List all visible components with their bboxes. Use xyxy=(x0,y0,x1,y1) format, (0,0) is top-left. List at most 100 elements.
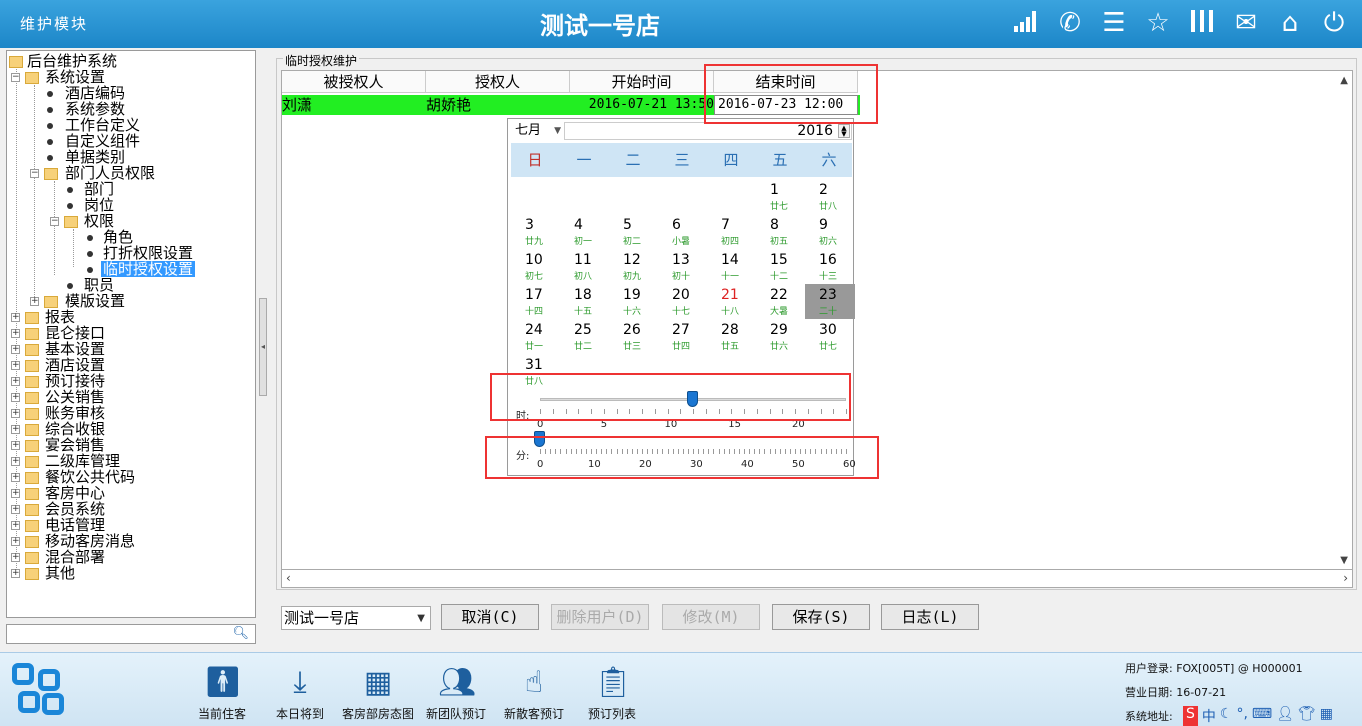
expand-icon[interactable]: + xyxy=(11,329,20,338)
store-select[interactable]: 测试一号店 ▼ xyxy=(281,606,431,630)
phone-icon[interactable]: ✆ xyxy=(1054,6,1086,40)
calendar-day[interactable]: 18 十五 xyxy=(560,284,610,319)
year-spinner[interactable]: 2016 ▲ ▼ xyxy=(564,122,852,140)
calendar-day[interactable]: 11 初八 xyxy=(560,249,610,284)
system-tray[interactable]: S 中 ☾ °, ⌨ 👤︎ 👕︎ ▦ xyxy=(1183,706,1333,726)
booking-list-button[interactable]: 📋︎ 预订列表 xyxy=(572,665,652,722)
col-grantor-header[interactable]: 授权人 xyxy=(426,71,570,93)
scroll-up-icon[interactable]: ▲ xyxy=(1340,75,1348,86)
month-select[interactable]: 七月 ▼ xyxy=(511,122,563,140)
calendar-day[interactable]: 14 十一 xyxy=(707,249,757,284)
calendar-day[interactable]: 6 小暑 xyxy=(658,214,708,249)
calendar-day[interactable]: 5 初二 xyxy=(609,214,659,249)
app-logo-icon[interactable] xyxy=(12,663,66,717)
calendar-day[interactable]: 16 十三 xyxy=(805,249,855,284)
date-picker-popup[interactable]: 七月 ▼ 2016 ▲ ▼ 日一二三四五六 1 廿七 2 廿八 3 廿九 4 初一 5 初二 6 小暑 7… xyxy=(507,118,856,476)
log-button[interactable]: 日志(L) xyxy=(881,604,979,630)
calendar-day[interactable]: 24 廿一 xyxy=(511,319,561,354)
calendar-day[interactable]: 22 大暑 xyxy=(756,284,806,319)
scroll-left-icon[interactable]: ‹ xyxy=(286,571,291,585)
ime-mode[interactable]: 中 xyxy=(1202,706,1216,726)
moon-icon[interactable]: ☾ xyxy=(1220,706,1233,726)
user-icon[interactable]: 👤︎ xyxy=(1276,706,1294,726)
minute-slider-thumb[interactable] xyxy=(534,431,545,447)
calendar-day[interactable]: 23 二十 xyxy=(805,284,855,319)
calendar-day[interactable]: 10 初七 xyxy=(511,249,561,284)
expand-icon[interactable]: + xyxy=(11,345,20,354)
expand-icon[interactable]: + xyxy=(11,441,20,450)
table-row[interactable]: 刘潇 胡娇艳 2016-07-21 13:50 2016-07-23 12:00 xyxy=(282,95,860,115)
expand-icon[interactable]: + xyxy=(11,569,20,578)
horizontal-scrollbar[interactable]: ‹ › xyxy=(281,570,1353,588)
spinner-icon[interactable]: ▲ ▼ xyxy=(838,124,850,138)
calendar-day[interactable]: 31 廿八 xyxy=(511,354,561,389)
new-group-booking-button[interactable]: 👥︎ 新团队预订 xyxy=(416,665,496,722)
home-icon[interactable]: ⌂ xyxy=(1274,6,1306,40)
save-button[interactable]: 保存(S) xyxy=(772,604,870,630)
calendar-day[interactable]: 9 初六 xyxy=(805,214,855,249)
room-status-button[interactable]: ▦ 客房部房态图 xyxy=(338,665,418,722)
expand-icon[interactable]: + xyxy=(11,473,20,482)
scroll-down-icon[interactable]: ▼ xyxy=(1340,555,1348,566)
star-icon[interactable]: ☆ xyxy=(1142,6,1174,40)
keyboard-icon[interactable]: ⌨ xyxy=(1252,706,1272,726)
hour-slider-thumb[interactable] xyxy=(687,391,698,407)
expand-icon[interactable]: + xyxy=(11,377,20,386)
expand-icon[interactable]: + xyxy=(11,521,20,530)
calendar-day[interactable]: 27 廿四 xyxy=(658,319,708,354)
calendar-day[interactable]: 25 廿二 xyxy=(560,319,610,354)
tree-search-input[interactable]: 🔍︎ xyxy=(6,624,256,644)
calendar-day[interactable]: 21 十八 xyxy=(707,284,757,319)
current-guests-button[interactable]: 🚹︎ 当前住客 xyxy=(182,665,262,722)
calendar-day[interactable]: 13 初十 xyxy=(658,249,708,284)
cell-grantee[interactable]: 刘潇 xyxy=(282,95,426,115)
expand-icon[interactable]: + xyxy=(11,537,20,546)
scroll-right-icon[interactable]: › xyxy=(1343,571,1348,585)
expand-icon[interactable]: + xyxy=(11,457,20,466)
panel-splitter[interactable]: ◂ xyxy=(259,298,267,396)
shirt-icon[interactable]: 👕︎ xyxy=(1298,706,1316,726)
expand-icon[interactable]: + xyxy=(11,409,20,418)
grid-icon[interactable]: ▦ xyxy=(1320,706,1333,726)
expand-icon[interactable]: + xyxy=(11,393,20,402)
signal-icon[interactable] xyxy=(1010,6,1042,40)
cancel-button[interactable]: 取消(C) xyxy=(441,604,539,630)
nav-tree[interactable]: 后台维护系统 − 系统设置 酒店编码 系统参数 工作台定义 自定义组件 单据类别 … xyxy=(6,50,256,618)
expand-icon[interactable]: + xyxy=(11,505,20,514)
calendar-day[interactable]: 15 十二 xyxy=(756,249,806,284)
calendar-day[interactable]: 4 初一 xyxy=(560,214,610,249)
calendar-day[interactable]: 12 初九 xyxy=(609,249,659,284)
calendar-day[interactable]: 29 廿六 xyxy=(756,319,806,354)
search-icon[interactable]: 🔍︎ xyxy=(232,626,249,641)
col-end-header[interactable]: 结束时间 xyxy=(714,71,858,93)
calendar-day[interactable]: 17 十四 xyxy=(511,284,561,319)
new-individual-booking-button[interactable]: ☝ 新散客预订 xyxy=(494,665,574,722)
cell-start[interactable]: 2016-07-21 13:50 xyxy=(570,95,714,115)
arrivals-today-button[interactable]: ⤓ 本日将到 xyxy=(260,665,340,722)
cell-end-editor[interactable]: 2016-07-23 12:00 xyxy=(714,95,858,115)
calendar-day[interactable]: 2 廿八 xyxy=(805,179,855,214)
expand-icon[interactable]: + xyxy=(11,313,20,322)
col-grantee-header[interactable]: 被授权人 xyxy=(282,71,426,93)
calendar-day[interactable]: 26 廿三 xyxy=(609,319,659,354)
calendar-day[interactable]: 1 廿七 xyxy=(756,179,806,214)
expand-icon[interactable]: + xyxy=(11,425,20,434)
modify-button[interactable]: 修改(M) xyxy=(662,604,760,630)
col-start-header[interactable]: 开始时间 xyxy=(570,71,714,93)
punct-icon[interactable]: °, xyxy=(1236,706,1247,726)
expand-icon[interactable]: + xyxy=(11,361,20,370)
expand-icon[interactable]: + xyxy=(11,489,20,498)
calendar-day[interactable]: 30 廿七 xyxy=(805,319,855,354)
menu-icon[interactable]: ☰ xyxy=(1098,6,1130,40)
columns-icon[interactable] xyxy=(1186,6,1218,40)
delete-user-button[interactable]: 删除用户(D) xyxy=(551,604,649,630)
calendar-day[interactable]: 20 十七 xyxy=(658,284,708,319)
cell-grantor[interactable]: 胡娇艳 xyxy=(426,95,570,115)
power-icon[interactable]: ⏻ xyxy=(1318,6,1350,40)
sogou-icon[interactable]: S xyxy=(1183,706,1198,726)
calendar-day[interactable]: 19 十六 xyxy=(609,284,659,319)
expand-icon[interactable]: + xyxy=(11,553,20,562)
calendar-day[interactable]: 28 廿五 xyxy=(707,319,757,354)
calendar-day[interactable]: 7 初四 xyxy=(707,214,757,249)
calendar-day[interactable]: 8 初五 xyxy=(756,214,806,249)
